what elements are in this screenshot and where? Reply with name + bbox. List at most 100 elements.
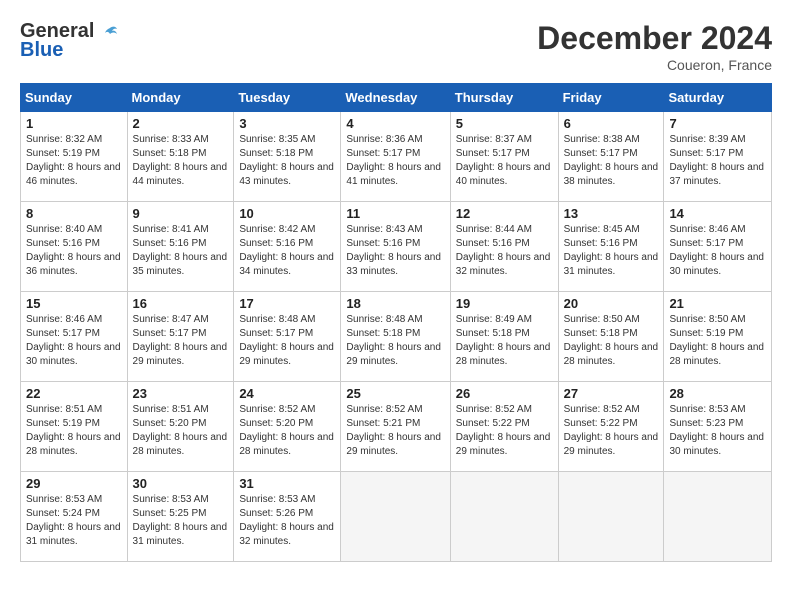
day-info: Sunrise: 8:42 AM Sunset: 5:16 PM Dayligh… [239, 223, 335, 279]
calendar-cell: 19 Sunrise: 8:49 AM Sunset: 5:18 PM Dayl… [450, 292, 558, 382]
day-number: 10 [239, 206, 335, 221]
calendar-cell [341, 472, 450, 562]
day-number: 15 [26, 296, 122, 311]
logo-general: General [20, 20, 94, 42]
calendar-cell: 31 Sunrise: 8:53 AM Sunset: 5:26 PM Dayl… [234, 472, 341, 562]
calendar-cell: 9 Sunrise: 8:41 AM Sunset: 5:16 PM Dayli… [127, 202, 234, 292]
day-info: Sunrise: 8:48 AM Sunset: 5:18 PM Dayligh… [346, 313, 444, 369]
day-info: Sunrise: 8:48 AM Sunset: 5:17 PM Dayligh… [239, 313, 335, 369]
calendar-cell: 26 Sunrise: 8:52 AM Sunset: 5:22 PM Dayl… [450, 382, 558, 472]
calendar-cell: 2 Sunrise: 8:33 AM Sunset: 5:18 PM Dayli… [127, 112, 234, 202]
day-info: Sunrise: 8:36 AM Sunset: 5:17 PM Dayligh… [346, 133, 444, 189]
day-number: 1 [26, 116, 122, 131]
week-row-4: 22 Sunrise: 8:51 AM Sunset: 5:19 PM Dayl… [21, 382, 772, 472]
day-info: Sunrise: 8:52 AM Sunset: 5:20 PM Dayligh… [239, 403, 335, 459]
calendar-cell: 25 Sunrise: 8:52 AM Sunset: 5:21 PM Dayl… [341, 382, 450, 472]
day-info: Sunrise: 8:50 AM Sunset: 5:18 PM Dayligh… [564, 313, 659, 369]
calendar-cell: 23 Sunrise: 8:51 AM Sunset: 5:20 PM Dayl… [127, 382, 234, 472]
day-info: Sunrise: 8:33 AM Sunset: 5:18 PM Dayligh… [133, 133, 229, 189]
day-number: 13 [564, 206, 659, 221]
day-info: Sunrise: 8:44 AM Sunset: 5:16 PM Dayligh… [456, 223, 553, 279]
calendar-cell [558, 472, 664, 562]
logo: General Blue [20, 20, 119, 62]
day-info: Sunrise: 8:49 AM Sunset: 5:18 PM Dayligh… [456, 313, 553, 369]
day-number: 21 [669, 296, 766, 311]
calendar-cell: 6 Sunrise: 8:38 AM Sunset: 5:17 PM Dayli… [558, 112, 664, 202]
calendar-cell [664, 472, 772, 562]
day-number: 9 [133, 206, 229, 221]
day-header-thursday: Thursday [450, 84, 558, 112]
day-number: 23 [133, 386, 229, 401]
day-info: Sunrise: 8:47 AM Sunset: 5:17 PM Dayligh… [133, 313, 229, 369]
day-info: Sunrise: 8:53 AM Sunset: 5:26 PM Dayligh… [239, 493, 335, 549]
day-header-saturday: Saturday [664, 84, 772, 112]
calendar-cell: 27 Sunrise: 8:52 AM Sunset: 5:22 PM Dayl… [558, 382, 664, 472]
day-number: 29 [26, 476, 122, 491]
day-header-sunday: Sunday [21, 84, 128, 112]
calendar-cell: 3 Sunrise: 8:35 AM Sunset: 5:18 PM Dayli… [234, 112, 341, 202]
day-info: Sunrise: 8:41 AM Sunset: 5:16 PM Dayligh… [133, 223, 229, 279]
calendar-cell: 22 Sunrise: 8:51 AM Sunset: 5:19 PM Dayl… [21, 382, 128, 472]
day-info: Sunrise: 8:32 AM Sunset: 5:19 PM Dayligh… [26, 133, 122, 189]
calendar-cell: 7 Sunrise: 8:39 AM Sunset: 5:17 PM Dayli… [664, 112, 772, 202]
day-info: Sunrise: 8:53 AM Sunset: 5:25 PM Dayligh… [133, 493, 229, 549]
day-info: Sunrise: 8:38 AM Sunset: 5:17 PM Dayligh… [564, 133, 659, 189]
week-row-1: 1 Sunrise: 8:32 AM Sunset: 5:19 PM Dayli… [21, 112, 772, 202]
day-info: Sunrise: 8:39 AM Sunset: 5:17 PM Dayligh… [669, 133, 766, 189]
day-number: 24 [239, 386, 335, 401]
calendar-cell: 17 Sunrise: 8:48 AM Sunset: 5:17 PM Dayl… [234, 292, 341, 382]
day-number: 26 [456, 386, 553, 401]
day-info: Sunrise: 8:52 AM Sunset: 5:22 PM Dayligh… [456, 403, 553, 459]
day-number: 14 [669, 206, 766, 221]
location: Coueron, France [537, 57, 772, 73]
day-number: 30 [133, 476, 229, 491]
month-title: December 2024 [537, 20, 772, 57]
calendar-cell: 5 Sunrise: 8:37 AM Sunset: 5:17 PM Dayli… [450, 112, 558, 202]
calendar-cell: 13 Sunrise: 8:45 AM Sunset: 5:16 PM Dayl… [558, 202, 664, 292]
week-row-2: 8 Sunrise: 8:40 AM Sunset: 5:16 PM Dayli… [21, 202, 772, 292]
day-number: 6 [564, 116, 659, 131]
day-info: Sunrise: 8:46 AM Sunset: 5:17 PM Dayligh… [669, 223, 766, 279]
day-number: 7 [669, 116, 766, 131]
calendar-cell: 30 Sunrise: 8:53 AM Sunset: 5:25 PM Dayl… [127, 472, 234, 562]
calendar-cell: 29 Sunrise: 8:53 AM Sunset: 5:24 PM Dayl… [21, 472, 128, 562]
day-number: 19 [456, 296, 553, 311]
day-number: 11 [346, 206, 444, 221]
calendar-cell: 4 Sunrise: 8:36 AM Sunset: 5:17 PM Dayli… [341, 112, 450, 202]
day-info: Sunrise: 8:40 AM Sunset: 5:16 PM Dayligh… [26, 223, 122, 279]
day-info: Sunrise: 8:37 AM Sunset: 5:17 PM Dayligh… [456, 133, 553, 189]
calendar-cell: 18 Sunrise: 8:48 AM Sunset: 5:18 PM Dayl… [341, 292, 450, 382]
day-info: Sunrise: 8:52 AM Sunset: 5:21 PM Dayligh… [346, 403, 444, 459]
day-number: 2 [133, 116, 229, 131]
title-section: December 2024 Coueron, France [537, 20, 772, 73]
day-info: Sunrise: 8:52 AM Sunset: 5:22 PM Dayligh… [564, 403, 659, 459]
day-number: 3 [239, 116, 335, 131]
day-number: 5 [456, 116, 553, 131]
day-info: Sunrise: 8:53 AM Sunset: 5:23 PM Dayligh… [669, 403, 766, 459]
day-header-monday: Monday [127, 84, 234, 112]
calendar-cell: 15 Sunrise: 8:46 AM Sunset: 5:17 PM Dayl… [21, 292, 128, 382]
calendar-cell: 21 Sunrise: 8:50 AM Sunset: 5:19 PM Dayl… [664, 292, 772, 382]
calendar-cell: 10 Sunrise: 8:42 AM Sunset: 5:16 PM Dayl… [234, 202, 341, 292]
day-number: 4 [346, 116, 444, 131]
day-header-friday: Friday [558, 84, 664, 112]
day-info: Sunrise: 8:43 AM Sunset: 5:16 PM Dayligh… [346, 223, 444, 279]
calendar-cell: 1 Sunrise: 8:32 AM Sunset: 5:19 PM Dayli… [21, 112, 128, 202]
day-info: Sunrise: 8:35 AM Sunset: 5:18 PM Dayligh… [239, 133, 335, 189]
calendar-cell: 12 Sunrise: 8:44 AM Sunset: 5:16 PM Dayl… [450, 202, 558, 292]
calendar-cell: 11 Sunrise: 8:43 AM Sunset: 5:16 PM Dayl… [341, 202, 450, 292]
week-row-3: 15 Sunrise: 8:46 AM Sunset: 5:17 PM Dayl… [21, 292, 772, 382]
calendar-cell: 20 Sunrise: 8:50 AM Sunset: 5:18 PM Dayl… [558, 292, 664, 382]
calendar-body: 1 Sunrise: 8:32 AM Sunset: 5:19 PM Dayli… [21, 112, 772, 562]
page-header: General Blue December 2024 Coueron, Fran… [20, 20, 772, 73]
day-number: 28 [669, 386, 766, 401]
calendar-cell: 28 Sunrise: 8:53 AM Sunset: 5:23 PM Dayl… [664, 382, 772, 472]
day-number: 17 [239, 296, 335, 311]
calendar-cell [450, 472, 558, 562]
calendar-header-row: SundayMondayTuesdayWednesdayThursdayFrid… [21, 84, 772, 112]
calendar-cell: 14 Sunrise: 8:46 AM Sunset: 5:17 PM Dayl… [664, 202, 772, 292]
day-number: 8 [26, 206, 122, 221]
day-info: Sunrise: 8:50 AM Sunset: 5:19 PM Dayligh… [669, 313, 766, 369]
day-number: 18 [346, 296, 444, 311]
day-number: 27 [564, 386, 659, 401]
